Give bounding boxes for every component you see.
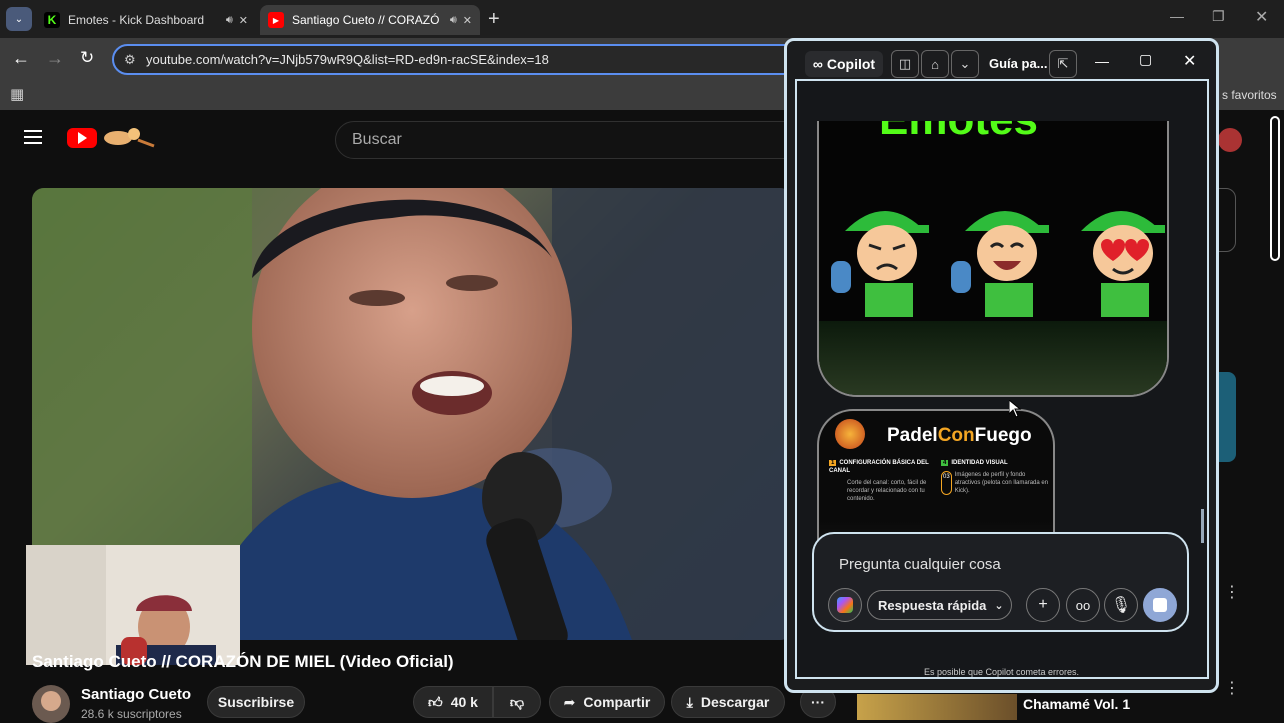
reload-icon[interactable]: ↻ [80, 48, 94, 68]
close-icon[interactable]: ✕ [1183, 51, 1196, 71]
mouse-cursor-icon [1008, 398, 1022, 423]
chevron-down-icon[interactable]: ⌄ [951, 50, 979, 78]
close-icon[interactable]: ✕ [463, 14, 472, 27]
kebab-icon[interactable]: ⋮ [1224, 678, 1240, 698]
tab-title: Santiago Cueto // CORAZÓ [292, 13, 440, 27]
subscriber-count: 28.6 k suscriptores [81, 707, 182, 721]
more-label: ··· [811, 694, 825, 710]
home-icon[interactable]: ⌂ [921, 50, 949, 78]
emotes-heading: Emotes [879, 121, 1038, 145]
thumbs-up-icon: 👍︎ [428, 693, 443, 710]
close-icon[interactable]: ✕ [239, 14, 248, 27]
video-title: Santiago Cueto // CORAZÓN DE MIEL (Video… [32, 652, 454, 671]
chevron-down-icon: ⌄ [14, 13, 24, 25]
side-video-thumbnail[interactable] [857, 694, 1017, 720]
prompt-input[interactable]: Pregunta cualquier cosa [839, 556, 1001, 573]
forward-arrow-icon[interactable]: → [46, 48, 64, 69]
address-bar[interactable]: ⚙ youtube.com/watch?v=JNjb579wR9Q&list=R… [112, 44, 812, 75]
search-placeholder: Buscar [352, 131, 402, 148]
apps-grid-icon[interactable]: ▦ [10, 85, 24, 103]
webcam-overlay [26, 545, 240, 665]
bookmarks-label[interactable]: s favoritos [1222, 88, 1277, 102]
download-button[interactable]: ⤓ Descargar [671, 686, 785, 718]
speaker-icon[interactable]: 🔊︎ [450, 14, 457, 27]
laughing-emote-icon [951, 211, 1049, 317]
dislike-button[interactable]: 👎︎ [493, 686, 541, 718]
download-label: Descargar [700, 694, 770, 710]
side-thumbnail[interactable] [1218, 372, 1236, 462]
restore-window-button[interactable]: ❐ [1212, 8, 1225, 25]
emotes-image[interactable]: Emotes [817, 121, 1169, 397]
avatar[interactable] [32, 685, 70, 723]
tab-kick-emotes[interactable]: K Emotes - Kick Dashboard 🔊︎ ✕ [36, 5, 256, 35]
copilot-color-logo-icon[interactable] [828, 588, 862, 622]
site-settings-icon[interactable]: ⚙ [124, 52, 136, 68]
like-count: 40 k [450, 694, 478, 710]
response-mode-select[interactable]: Respuesta rápida ⌄ [867, 590, 1012, 620]
tab-title: Emotes - Kick Dashboard [68, 13, 205, 27]
tab-search-button[interactable]: ⌄ [6, 7, 32, 31]
doodle-logo [98, 124, 156, 150]
thumbs-down-icon: 👎︎ [509, 693, 525, 710]
subscribe-label: Suscribirse [217, 694, 295, 710]
conversation-title[interactable]: Guía pa... [989, 56, 1048, 71]
minimize-icon[interactable]: — [1095, 53, 1109, 69]
channel-name[interactable]: Santiago Cueto [81, 686, 191, 703]
emote-icons [831, 211, 1165, 317]
speaker-icon[interactable]: 🔊︎ [226, 14, 233, 27]
fireball-logo-icon [835, 419, 865, 449]
stop-button[interactable] [1143, 588, 1177, 622]
card-section-1: 1 CONFIGURACIÓN BÁSICA DEL CANAL Corte de… [829, 460, 929, 502]
copilot-input-box[interactable]: Pregunta cualquier cosa Respuesta rápida… [812, 532, 1189, 632]
copilot-disclaimer: Es posible que Copilot cometa errores. [923, 667, 1080, 677]
side-card[interactable] [1218, 188, 1236, 252]
menu-icon[interactable] [24, 130, 42, 146]
new-tab-button[interactable]: + [488, 8, 500, 31]
stop-icon [1153, 598, 1167, 612]
sidebar-toggle-icon[interactable]: ◫ [891, 50, 919, 78]
back-arrow-icon[interactable]: ← [12, 48, 30, 69]
copilot-brand-label: Copilot [826, 56, 876, 72]
youtube-favicon-icon: ▶ [268, 12, 284, 28]
close-window-button[interactable]: ✕ [1255, 7, 1268, 27]
chevron-down-icon: ⌄ [994, 599, 1004, 612]
add-icon[interactable]: + [1026, 588, 1060, 622]
chat-scrollbar[interactable] [1201, 509, 1204, 543]
maximize-icon[interactable]: ▢ [1139, 51, 1152, 68]
like-button[interactable]: 👍︎ 40 k [413, 686, 493, 718]
tab-youtube-video[interactable]: ▶ Santiago Cueto // CORAZÓ 🔊︎ ✕ [260, 5, 480, 35]
play-icon [77, 132, 87, 144]
download-icon: ⤓ [686, 693, 693, 710]
url-text: youtube.com/watch?v=JNjb579wR9Q&list=RD-… [146, 52, 549, 67]
heart-eyes-emote-icon [1081, 211, 1165, 317]
angry-emote-icon [831, 211, 929, 317]
subscribe-button[interactable]: Suscribirse [207, 686, 305, 718]
kick-logo-icon: K [44, 12, 60, 28]
copilot-logo-icon: ∞ [812, 56, 823, 72]
share-button[interactable]: ➦ Compartir [549, 686, 665, 718]
scrollbar[interactable] [1270, 116, 1280, 261]
padel-card-title: PadelConFuego [887, 425, 1032, 446]
microphone-icon[interactable]: 🎙︎ [1104, 588, 1138, 622]
copilot-brand-button[interactable]: ∞ Copilot [805, 51, 883, 77]
glasses-icon[interactable]: oo [1066, 588, 1100, 622]
kebab-icon[interactable]: ⋮ [1224, 582, 1240, 602]
card-section-4: 4 IDENTIDAD VISUAL 03 Imágenes de perfil y… [941, 460, 1049, 495]
side-video-title[interactable]: Chamamé Vol. 1 [1023, 696, 1130, 712]
search-input[interactable]: Buscar [335, 121, 805, 159]
user-avatar[interactable] [1218, 128, 1242, 152]
share-label: Compartir [583, 694, 651, 710]
minimize-window-button[interactable]: — [1170, 8, 1184, 24]
open-external-icon[interactable]: ⇱ [1049, 50, 1077, 78]
share-icon: ➦ [563, 693, 576, 710]
youtube-logo[interactable] [67, 128, 97, 148]
tab-strip: ⌄ K Emotes - Kick Dashboard 🔊︎ ✕ ▶ Santi… [0, 0, 1284, 38]
response-mode-label: Respuesta rápida [878, 597, 987, 613]
